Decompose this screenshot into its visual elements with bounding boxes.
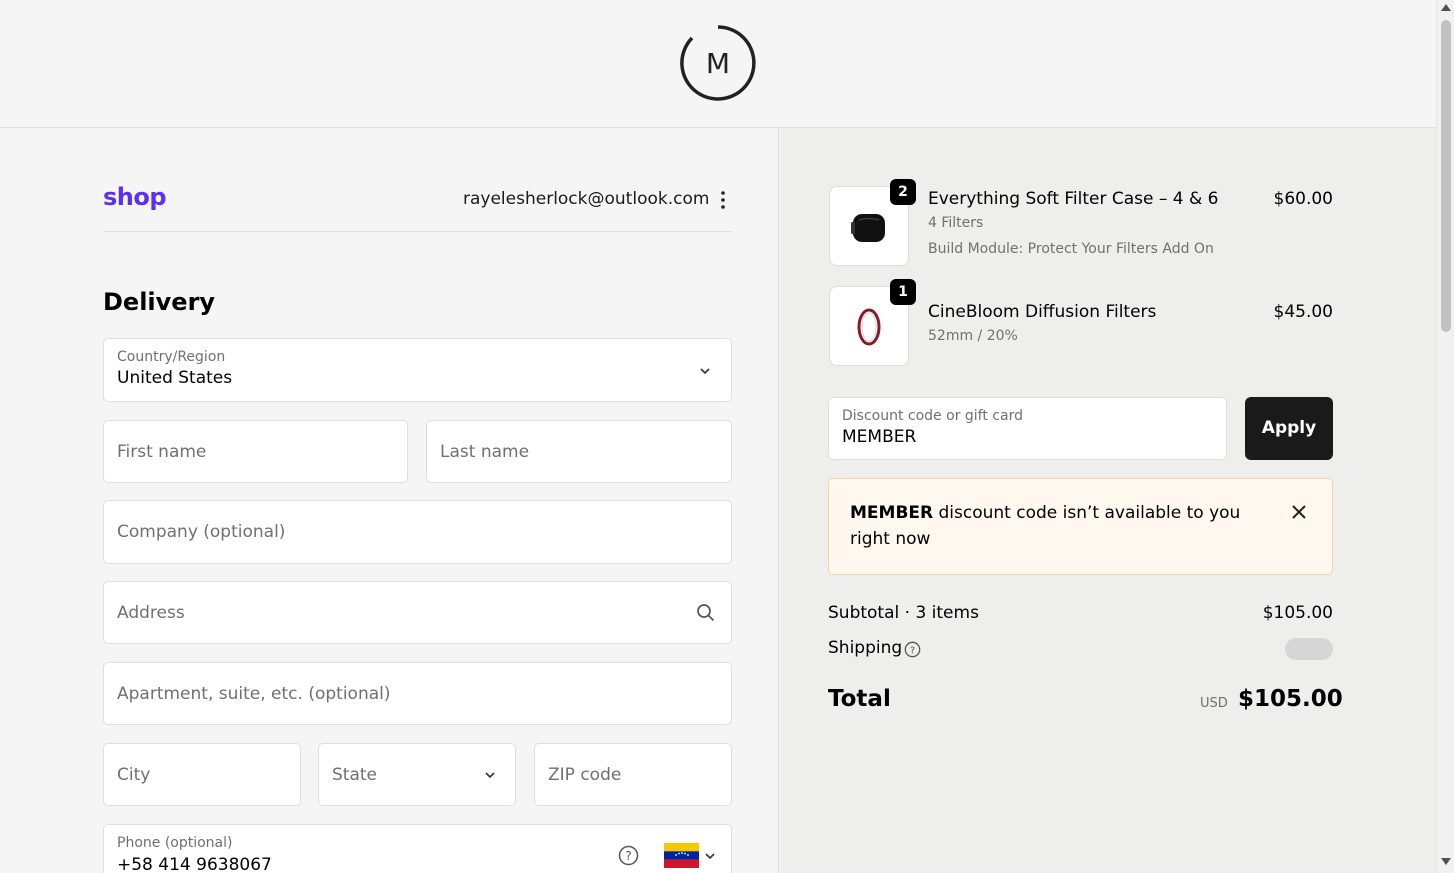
company-input[interactable]: Company (optional) <box>103 500 732 564</box>
shipping-loading-placeholder <box>1285 638 1333 660</box>
chevron-down-icon <box>485 772 495 779</box>
alert-message: MEMBER discount code isn’t available to … <box>850 500 1250 552</box>
total-label: Total <box>828 686 891 712</box>
filter-case-icon <box>851 214 885 242</box>
discount-code-input[interactable]: Discount code or gift card MEMBER <box>828 397 1227 460</box>
account-email: rayelesherlock@outlook.com <box>463 189 710 209</box>
apartment-input[interactable]: Apartment, suite, etc. (optional) <box>103 662 732 725</box>
subtotal-value: $105.00 <box>1262 603 1333 623</box>
quantity-badge: 2 <box>890 179 916 205</box>
scroll-down-arrow-icon[interactable] <box>1441 858 1451 865</box>
city-placeholder: City <box>117 764 151 785</box>
help-icon[interactable]: ? <box>904 641 921 658</box>
first-name-input[interactable]: First name <box>103 420 408 483</box>
discount-error-alert: MEMBER discount code isn’t available to … <box>828 478 1333 575</box>
item-name: Everything Soft Filter Case – 4 & 6 <box>928 189 1219 209</box>
item-price: $45.00 <box>1273 302 1333 322</box>
scroll-up-arrow-icon[interactable] <box>1441 4 1451 11</box>
page-scrollbar[interactable] <box>1436 0 1454 873</box>
country-label: Country/Region <box>117 349 226 365</box>
zip-placeholder: ZIP code <box>548 764 622 785</box>
subtotal-label: Subtotal · 3 items <box>828 603 979 623</box>
svg-text:?: ? <box>625 849 631 863</box>
item-addon: Build Module: Protect Your Filters Add O… <box>928 241 1214 257</box>
address-input[interactable]: Address <box>103 581 732 644</box>
state-placeholder: State <box>332 764 377 785</box>
phone-input[interactable]: Phone (optional) +58 414 9638067 ? <box>103 824 732 873</box>
chevron-down-icon <box>700 368 710 375</box>
apply-button[interactable]: Apply <box>1245 397 1333 460</box>
more-options-icon[interactable] <box>716 190 730 210</box>
zip-input[interactable]: ZIP code <box>534 743 732 806</box>
item-variant: 4 Filters <box>928 215 984 231</box>
item-price: $60.00 <box>1273 189 1333 209</box>
company-placeholder: Company (optional) <box>117 522 286 542</box>
help-icon[interactable]: ? <box>618 845 639 866</box>
item-name: CineBloom Diffusion Filters <box>928 302 1157 322</box>
state-select[interactable]: State <box>318 743 516 806</box>
quantity-badge: 1 <box>890 279 916 305</box>
country-value: United States <box>117 368 233 388</box>
scrollbar-thumb[interactable] <box>1441 20 1451 332</box>
last-name-input[interactable]: Last name <box>426 420 732 483</box>
delivery-heading: Delivery <box>103 288 216 316</box>
phone-label: Phone (optional) <box>117 835 233 851</box>
svg-text:?: ? <box>910 646 915 657</box>
divider <box>103 231 732 232</box>
discount-value: MEMBER <box>842 427 917 447</box>
venezuela-flag-icon[interactable] <box>664 843 699 868</box>
store-logo[interactable]: M <box>680 25 756 101</box>
apartment-placeholder: Apartment, suite, etc. (optional) <box>117 683 391 704</box>
site-header: M <box>0 0 1436 128</box>
total-currency: USD <box>1200 696 1228 711</box>
filter-ring-icon <box>857 308 881 346</box>
phone-value: +58 414 9638067 <box>117 855 272 873</box>
total-value: $105.00 <box>1238 686 1343 712</box>
address-placeholder: Address <box>117 602 185 623</box>
last-name-placeholder: Last name <box>440 441 530 462</box>
svg-text:M: M <box>706 47 730 80</box>
shipping-label: Shipping <box>828 638 903 658</box>
first-name-placeholder: First name <box>117 441 207 462</box>
item-variant: 52mm / 20% <box>928 328 1018 344</box>
discount-label: Discount code or gift card <box>842 408 1023 424</box>
alert-code: MEMBER <box>850 503 934 523</box>
country-select[interactable]: Country/Region United States <box>103 338 732 402</box>
shop-pay-logo[interactable]: shop <box>103 183 167 211</box>
close-icon[interactable] <box>1290 503 1308 521</box>
search-icon <box>697 604 715 622</box>
chevron-down-icon <box>705 853 715 860</box>
city-input[interactable]: City <box>103 743 301 806</box>
